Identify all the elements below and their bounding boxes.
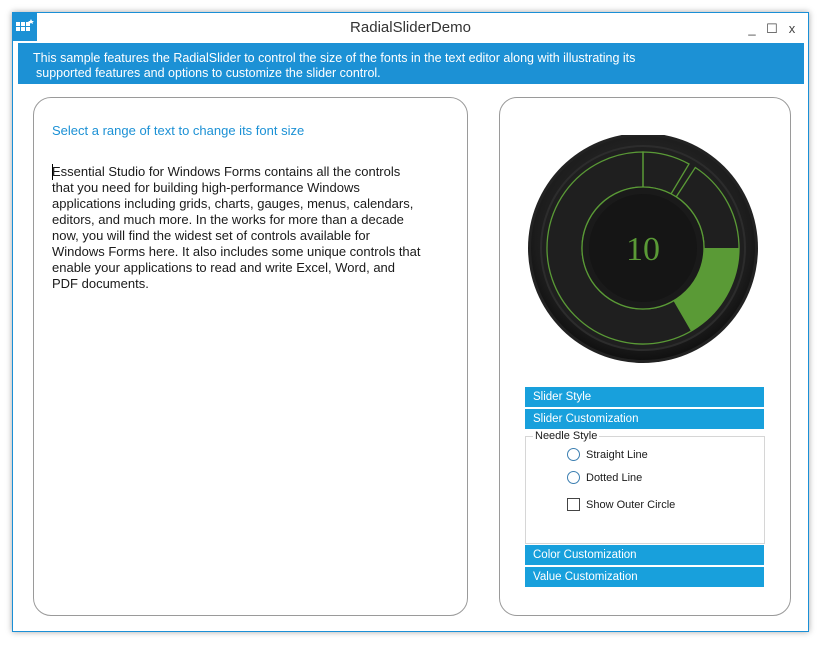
needle-style-group: Needle Style Straight Line Dotted Line S… [525,430,765,544]
checkbox-outer-circle-label: Show Outer Circle [586,498,676,511]
title-bar: RadialSliderDemo _ ☐ x [13,13,808,43]
radio-dotted-line[interactable]: Dotted Line [567,471,642,484]
radio-straight-label: Straight Line [586,448,648,461]
checkbox-show-outer-circle[interactable]: Show Outer Circle [567,498,675,511]
close-button[interactable]: x [784,21,800,36]
accordion-slider-style[interactable]: Slider Style [525,387,764,407]
needle-style-title: Needle Style [533,430,600,442]
radio-circle-icon[interactable] [567,471,580,484]
app-window: RadialSliderDemo _ ☐ x This sample featu… [12,12,809,632]
text-caret [52,164,53,180]
banner-line-1: This sample features the RadialSlider to… [33,51,636,65]
accordion-value-customization[interactable]: Value Customization [525,567,764,587]
slider-value-label: 10 [626,231,660,268]
editor-hint: Select a range of text to change its fon… [52,123,305,138]
radio-dotted-label: Dotted Line [586,471,643,484]
radio-circle-icon[interactable] [567,448,580,461]
minimize-button[interactable]: _ [744,21,760,36]
accordion-color-customization[interactable]: Color Customization [525,545,764,565]
radial-slider[interactable]: 10 [525,135,765,367]
description-banner: This sample features the RadialSlider to… [18,43,804,84]
banner-line-2: supported features and options to custom… [36,66,381,80]
settings-panel: 10 Slider Style Slider Customization Nee… [499,97,791,616]
maximize-button[interactable]: ☐ [764,21,780,37]
window-title: RadialSliderDemo [350,19,471,36]
accordion-slider-customization[interactable]: Slider Customization [525,409,764,429]
radio-straight-line[interactable]: Straight Line [567,448,648,461]
text-editor[interactable]: Essential Studio for Windows Forms conta… [52,164,422,292]
editor-panel: Select a range of text to change its fon… [33,97,468,616]
checkbox-square-icon[interactable] [567,498,580,511]
